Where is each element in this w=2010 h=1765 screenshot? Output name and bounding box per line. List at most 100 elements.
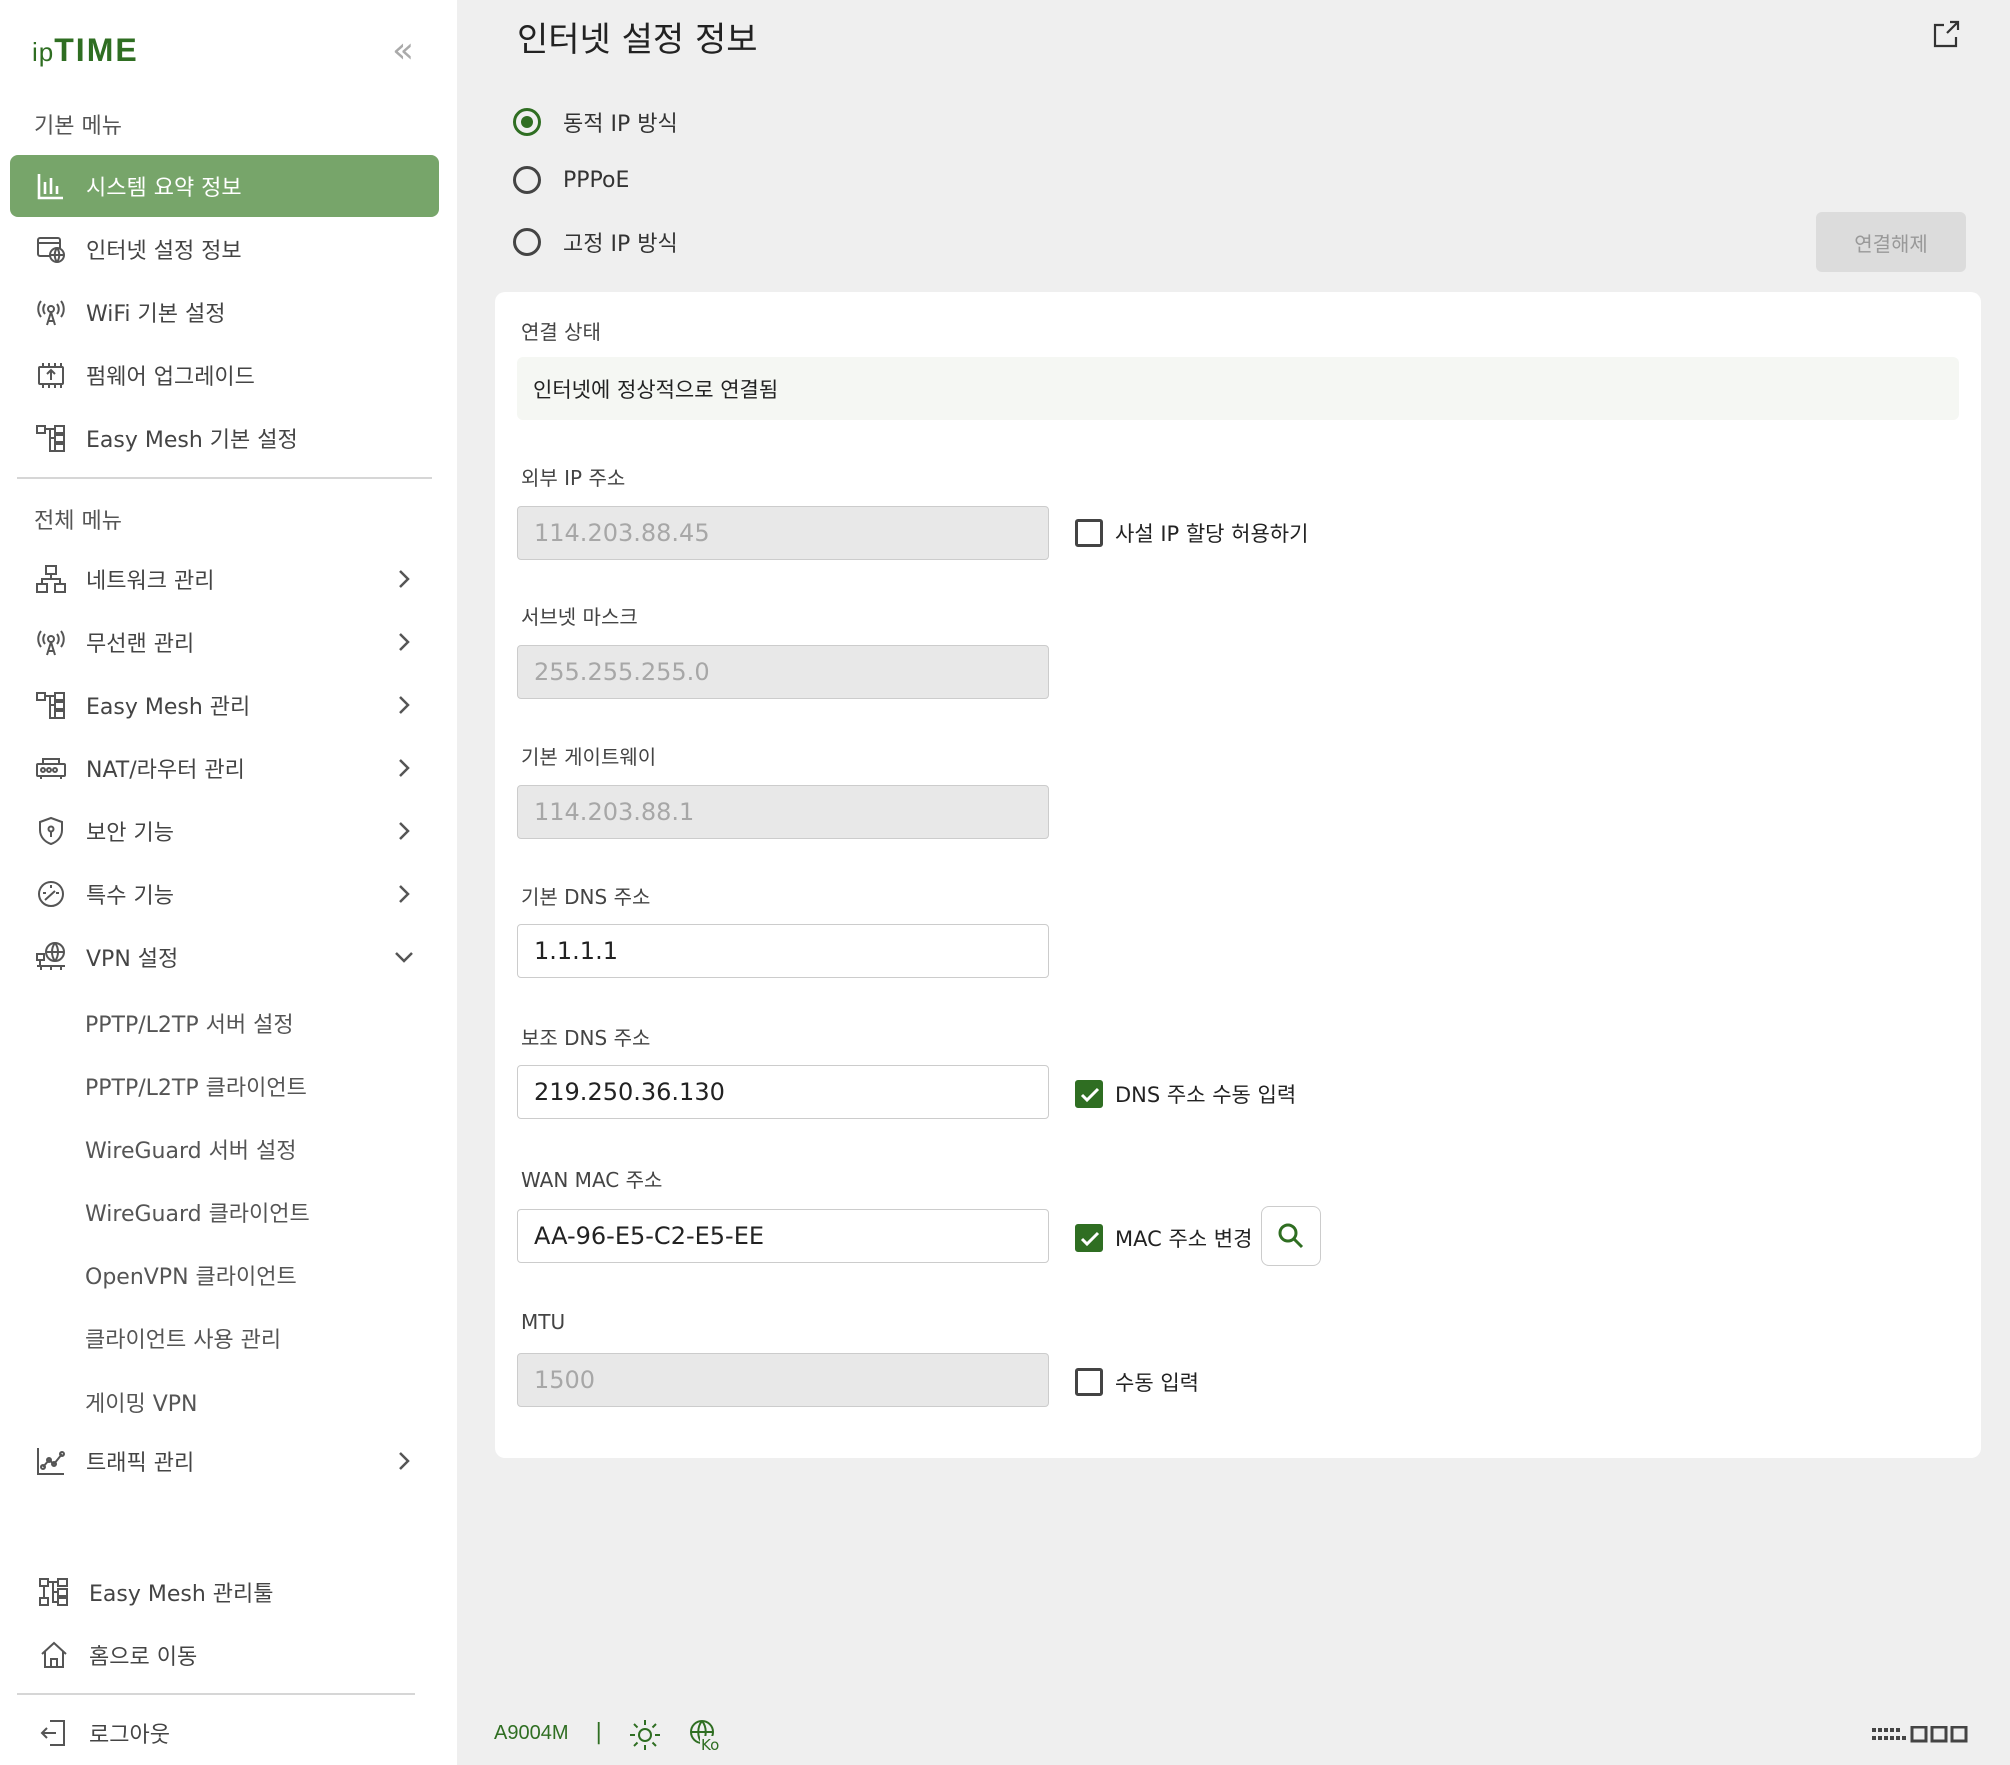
sidebar-item-easymesh-tool[interactable]: Easy Mesh 관리툴 [13, 1561, 442, 1623]
sidebar-item-system-summary[interactable]: 시스템 요약 정보 [10, 155, 439, 217]
sidebar-item-easymesh-basic[interactable]: Easy Mesh 기본 설정 [10, 407, 439, 469]
firmware-icon [34, 358, 68, 392]
sidebar-subitem-pptp-server[interactable]: PPTP/L2TP 서버 설정 [85, 1007, 294, 1039]
dns1-label: 기본 DNS 주소 [521, 885, 651, 909]
sidebar-subitem-client-usage[interactable]: 클라이언트 사용 관리 [85, 1322, 281, 1354]
home-icon [37, 1638, 71, 1672]
sidebar-divider [17, 477, 432, 479]
model-name: A9004M [494, 1722, 569, 1744]
settings-panel [495, 292, 1981, 1458]
sidebar-item-label: 트래픽 관리 [86, 1451, 195, 1476]
sidebar-item-label: 로그아웃 [89, 1723, 170, 1748]
sidebar-subitem-wireguard-server[interactable]: WireGuard 서버 설정 [85, 1133, 297, 1165]
brightness-icon[interactable] [628, 1718, 662, 1752]
mac-field[interactable]: AA-96-E5-C2-E5-EE [517, 1209, 1049, 1263]
checkbox-dns-manual[interactable] [1075, 1080, 1103, 1108]
sidebar-subitem-openvpn-client[interactable]: OpenVPN 클라이언트 [85, 1259, 297, 1291]
radio-static-ip[interactable] [513, 228, 541, 256]
sidebar-item-security[interactable]: 보안 기능 [10, 800, 439, 862]
checkbox-mtu-manual[interactable] [1075, 1368, 1103, 1396]
dns2-field[interactable]: 219.250.36.130 [517, 1065, 1049, 1119]
logo-time: TIME [54, 32, 139, 68]
subnet-field: 255.255.255.0 [517, 645, 1049, 699]
traffic-chart-icon [34, 1444, 68, 1478]
dns2-label: 보조 DNS 주소 [521, 1026, 651, 1050]
shield-icon [34, 814, 68, 848]
sidebar-divider-bottom [17, 1693, 415, 1695]
sidebar-item-special[interactable]: 특수 기능 [10, 863, 439, 925]
mtu-label: MTU [521, 1310, 566, 1334]
mode-label: 고정 IP 방식 [563, 232, 678, 257]
sidebar-item-wifi-basic[interactable]: WiFi 기본 설정 [10, 281, 439, 343]
chevron-right-icon [399, 822, 410, 840]
sidebar-subitem-gaming-vpn[interactable]: 게이밍 VPN [85, 1386, 198, 1418]
sidebar-item-firmware-upgrade[interactable]: 펌웨어 업그레이드 [10, 344, 439, 406]
mode-pppoe[interactable]: PPPoE [513, 166, 629, 194]
checkbox-label: 사설 IP 할당 허용하기 [1115, 522, 1309, 546]
gateway-field: 114.203.88.1 [517, 785, 1049, 839]
checkbox-private-ip[interactable] [1075, 519, 1103, 547]
checkbox-label: 수동 입력 [1115, 1371, 1199, 1395]
ext-ip-label: 외부 IP 주소 [521, 466, 626, 490]
radio-pppoe[interactable] [513, 166, 541, 194]
sidebar-item-vpn[interactable]: VPN 설정 [10, 926, 439, 988]
dns-manual-checkbox[interactable]: DNS 주소 수동 입력 [1075, 1079, 1296, 1109]
search-icon [1278, 1223, 1304, 1249]
logo-ip: ip [32, 37, 55, 67]
mode-static-ip[interactable]: 고정 IP 방식 [513, 226, 678, 258]
dns1-field[interactable]: 1.1.1.1 [517, 924, 1049, 978]
collapse-sidebar-icon[interactable]: « [392, 30, 414, 71]
sidebar-item-home[interactable]: 홈으로 이동 [13, 1624, 442, 1686]
connection-status: 인터넷에 정상적으로 연결됨 [517, 357, 1959, 420]
mesh-icon [34, 688, 68, 722]
logout-icon [37, 1716, 71, 1750]
mac-label: WAN MAC 주소 [521, 1168, 663, 1192]
language-icon[interactable]: Ko [688, 1718, 728, 1754]
bar-chart-icon [34, 169, 68, 203]
disconnect-button[interactable]: 연결해제 [1816, 212, 1966, 272]
status-label: 연결 상태 [521, 320, 601, 344]
private-ip-checkbox[interactable]: 사설 IP 할당 허용하기 [1075, 518, 1308, 548]
mac-search-button[interactable] [1261, 1206, 1321, 1266]
mode-label: PPPoE [563, 167, 630, 193]
sidebar-item-label: 특수 기능 [86, 884, 174, 909]
checkbox-mac-change[interactable] [1075, 1224, 1103, 1252]
wireless-icon [34, 625, 68, 659]
sidebar-item-wireless[interactable]: 무선랜 관리 [10, 611, 439, 673]
sidebar-item-label: 펌웨어 업그레이드 [86, 365, 255, 390]
router-icon [34, 751, 68, 785]
checkbox-label: DNS 주소 수동 입력 [1115, 1083, 1297, 1107]
sidebar-item-label: 보안 기능 [86, 821, 174, 846]
sidebar-item-traffic[interactable]: 트래픽 관리 [10, 1430, 439, 1492]
sidebar-item-logout[interactable]: 로그아웃 [13, 1702, 442, 1764]
sidebar-item-label: NAT/라우터 관리 [86, 758, 245, 783]
ext-ip-field: 114.203.88.45 [517, 506, 1049, 560]
iptime-logo[interactable]: ipTIME [32, 32, 139, 69]
mode-label: 동적 IP 방식 [563, 112, 678, 137]
mode-dynamic-ip[interactable]: 동적 IP 방식 [513, 106, 678, 138]
main-content: 인터넷 설정 정보 동적 IP 방식 PPPoE 고정 IP 방식 연결해제 연… [457, 0, 2010, 1765]
sidebar-item-label: WiFi 기본 설정 [86, 302, 226, 327]
chevron-right-icon [399, 633, 410, 651]
chevron-right-icon [399, 1452, 410, 1470]
sidebar-item-label: 홈으로 이동 [89, 1645, 198, 1670]
subnet-label: 서브넷 마스크 [521, 605, 638, 629]
sidebar-item-label: 네트워크 관리 [86, 569, 215, 594]
sidebar-subitem-pptp-client[interactable]: PPTP/L2TP 클라이언트 [85, 1070, 307, 1102]
chevron-right-icon [399, 759, 410, 777]
wifi-antenna-icon [34, 295, 68, 329]
mesh-icon [34, 421, 68, 455]
sidebar-item-network[interactable]: 네트워크 관리 [10, 548, 439, 610]
sidebar-item-nat-router[interactable]: NAT/라우터 관리 [10, 737, 439, 799]
sidebar-item-label: Easy Mesh 기본 설정 [86, 428, 298, 453]
sidebar-item-internet-settings[interactable]: 인터넷 설정 정보 [10, 218, 439, 280]
mac-change-checkbox[interactable]: MAC 주소 변경 [1075, 1223, 1252, 1253]
gauge-icon [34, 877, 68, 911]
export-icon[interactable] [1930, 18, 1962, 50]
sidebar-subitem-wireguard-client[interactable]: WireGuard 클라이언트 [85, 1196, 310, 1228]
mesh-tool-icon [37, 1575, 71, 1609]
mtu-manual-checkbox[interactable]: 수동 입력 [1075, 1367, 1199, 1397]
chevron-right-icon [399, 570, 410, 588]
sidebar-item-easymesh[interactable]: Easy Mesh 관리 [10, 674, 439, 736]
radio-dynamic-ip[interactable] [513, 108, 541, 136]
